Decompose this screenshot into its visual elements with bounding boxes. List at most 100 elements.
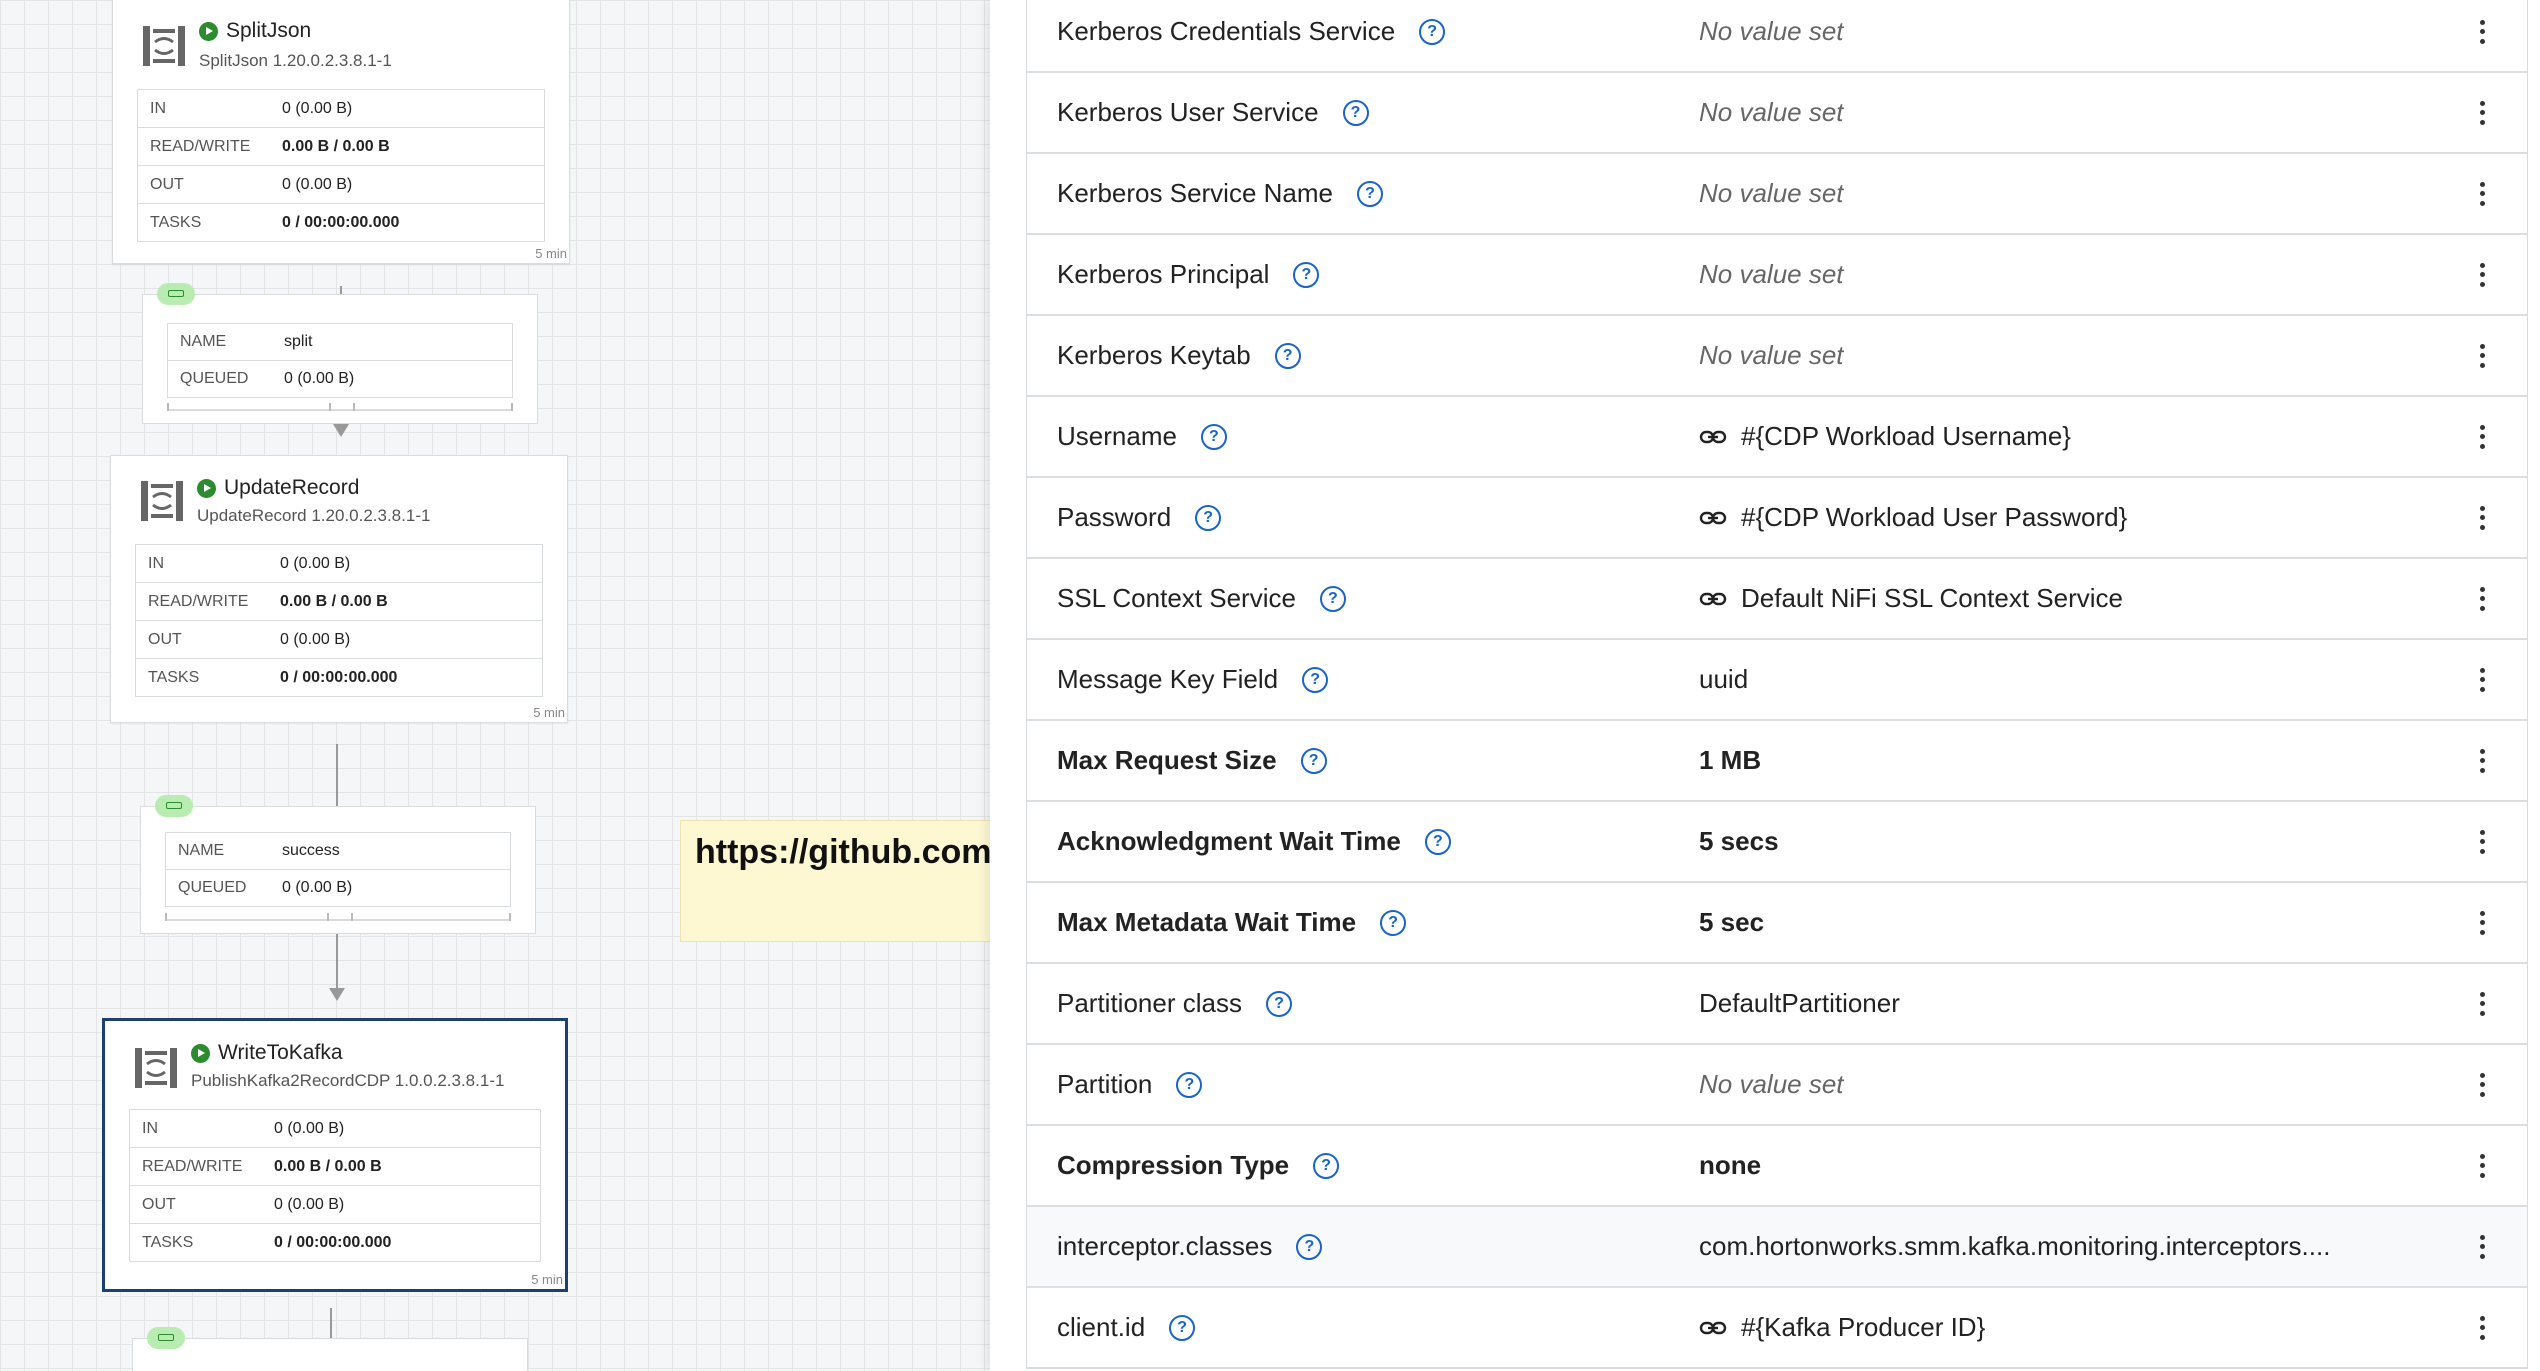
processor-title: SplitJson: [226, 19, 312, 42]
kebab-icon[interactable]: [2479, 262, 2485, 287]
property-row[interactable]: Max Request Size? 1 MB: [1027, 721, 2527, 802]
help-icon[interactable]: ?: [1313, 1152, 1340, 1179]
canvas-label-note[interactable]: https://github.com: [680, 820, 990, 942]
property-value[interactable]: uuid: [1699, 664, 2527, 695]
help-icon[interactable]: ?: [1274, 342, 1301, 369]
property-row[interactable]: Kerberos Keytab? No value set: [1027, 316, 2527, 397]
property-row[interactable]: client.id? #{Kafka Producer ID}: [1027, 1288, 2527, 1368]
property-row[interactable]: Message Key Field? uuid: [1027, 640, 2527, 721]
property-row[interactable]: Partition? No value set: [1027, 1045, 2527, 1126]
property-value[interactable]: DefaultPartitioner: [1699, 988, 2527, 1019]
property-value[interactable]: #{CDP Workload Username}: [1699, 421, 2527, 452]
property-value[interactable]: No value set: [1699, 178, 2527, 209]
flow-canvas[interactable]: SplitJson SplitJson 1.20.0.2.3.8.1-1 IN …: [0, 0, 990, 1371]
property-value[interactable]: 5 secs: [1699, 826, 2527, 857]
processor-splitjson[interactable]: SplitJson SplitJson 1.20.0.2.3.8.1-1 IN …: [112, 0, 570, 264]
help-icon[interactable]: ?: [1357, 180, 1383, 207]
kebab-icon[interactable]: [2479, 910, 2485, 935]
property-name-label: Username: [1057, 421, 1177, 451]
property-name: Partitioner class?: [1027, 988, 1699, 1019]
help-icon[interactable]: ?: [1296, 1233, 1323, 1260]
kebab-icon[interactable]: [2479, 667, 2485, 692]
help-icon[interactable]: ?: [1176, 1071, 1203, 1098]
help-icon[interactable]: ?: [1169, 1314, 1196, 1341]
processor-updaterecord[interactable]: UpdateRecord UpdateRecord 1.20.0.2.3.8.1…: [110, 455, 568, 723]
stats-age: 5 min: [535, 246, 567, 261]
property-row[interactable]: Acknowledgment Wait Time? 5 secs: [1027, 802, 2527, 883]
processor-icon: [141, 481, 183, 521]
property-name: client.id?: [1027, 1312, 1699, 1343]
property-value[interactable]: none: [1699, 1150, 2527, 1181]
property-value[interactable]: #{Kafka Producer ID}: [1699, 1312, 2527, 1343]
property-name: Kerberos Service Name?: [1027, 178, 1699, 209]
property-value[interactable]: Default NiFi SSL Context Service: [1699, 583, 2527, 614]
processor-writetokafka[interactable]: WriteToKafka PublishKafka2RecordCDP 1.0.…: [102, 1018, 568, 1292]
link-icon: [1699, 511, 1727, 524]
kebab-icon[interactable]: [2479, 1072, 2485, 1097]
property-value-text: No value set: [1699, 1069, 1844, 1099]
property-row[interactable]: SSL Context Service? Default NiFi SSL Con…: [1027, 559, 2527, 640]
kebab-icon[interactable]: [2479, 343, 2485, 368]
kebab-icon[interactable]: [2479, 1234, 2485, 1259]
property-row[interactable]: Max Metadata Wait Time? 5 sec: [1027, 883, 2527, 964]
property-name: Message Key Field?: [1027, 664, 1699, 695]
property-row[interactable]: Kerberos Credentials Service? No value se…: [1027, 0, 2527, 73]
kebab-icon[interactable]: [2479, 1153, 2485, 1178]
property-row[interactable]: Compression Type? none: [1027, 1126, 2527, 1207]
arrow-down-icon: [333, 424, 349, 437]
processor-subtitle: PublishKafka2RecordCDP 1.0.0.2.3.8.1-1: [191, 1071, 505, 1090]
connection-next[interactable]: [132, 1327, 528, 1371]
property-name-label: Kerberos Service Name: [1057, 178, 1333, 208]
property-value[interactable]: No value set: [1699, 97, 2527, 128]
property-row[interactable]: Kerberos User Service? No value set: [1027, 73, 2527, 154]
property-value-text: 5 sec: [1699, 907, 1765, 937]
property-value[interactable]: 5 sec: [1699, 907, 2527, 938]
help-icon[interactable]: ?: [1265, 990, 1292, 1017]
help-icon[interactable]: ?: [1195, 504, 1222, 531]
queue-progress-bar: [167, 403, 513, 411]
property-value[interactable]: #{CDP Workload User Password}: [1699, 502, 2527, 533]
kebab-icon[interactable]: [2479, 1315, 2485, 1340]
kebab-icon[interactable]: [2479, 19, 2485, 44]
link-icon: [1699, 1321, 1727, 1334]
property-name-label: Compression Type: [1057, 1150, 1290, 1180]
kebab-icon[interactable]: [2479, 829, 2485, 854]
kebab-icon[interactable]: [2479, 505, 2485, 530]
help-icon[interactable]: ?: [1380, 909, 1407, 936]
property-value[interactable]: No value set: [1699, 16, 2527, 47]
property-value[interactable]: 1 MB: [1699, 745, 2527, 776]
property-row[interactable]: Partitioner class? DefaultPartitioner: [1027, 964, 2527, 1045]
property-value-text: No value set: [1699, 259, 1844, 289]
kebab-icon[interactable]: [2479, 748, 2485, 773]
connection-queued-row: QUEUED 0 (0.00 B): [178, 879, 353, 896]
kebab-icon[interactable]: [2479, 424, 2485, 449]
help-icon[interactable]: ?: [1419, 18, 1446, 45]
kebab-icon[interactable]: [2479, 991, 2485, 1016]
help-icon[interactable]: ?: [1424, 828, 1451, 855]
help-icon[interactable]: ?: [1302, 666, 1329, 693]
help-icon[interactable]: ?: [1300, 747, 1327, 774]
property-row[interactable]: Kerberos Service Name? No value set: [1027, 154, 2527, 235]
kebab-icon[interactable]: [2479, 586, 2485, 611]
help-icon[interactable]: ?: [1319, 585, 1346, 612]
property-row[interactable]: interceptor.classes? com.hortonworks.smm.…: [1027, 1207, 2527, 1288]
property-row[interactable]: Username? #{CDP Workload Username}: [1027, 397, 2527, 478]
property-row[interactable]: Password? #{CDP Workload User Password}: [1027, 478, 2527, 559]
property-row[interactable]: Kerberos Principal? No value set: [1027, 235, 2527, 316]
help-icon[interactable]: ?: [1200, 423, 1227, 450]
property-value[interactable]: No value set: [1699, 259, 2527, 290]
connection-success[interactable]: NAME success QUEUED 0 (0.00 B): [140, 795, 536, 934]
property-value[interactable]: No value set: [1699, 1069, 2527, 1100]
property-value[interactable]: No value set: [1699, 340, 2527, 371]
property-name: Kerberos Credentials Service?: [1027, 16, 1699, 47]
processor-icon: [135, 1048, 177, 1088]
property-name: Kerberos User Service?: [1027, 97, 1699, 128]
kebab-icon[interactable]: [2479, 100, 2485, 125]
help-icon[interactable]: ?: [1342, 99, 1369, 126]
property-value-text: No value set: [1699, 97, 1844, 127]
connection-split[interactable]: NAME split QUEUED 0 (0.00 B): [142, 283, 538, 424]
help-icon[interactable]: ?: [1293, 261, 1320, 288]
queue-icon: [157, 283, 195, 305]
property-value[interactable]: com.hortonworks.smm.kafka.monitoring.int…: [1699, 1231, 2527, 1262]
kebab-icon[interactable]: [2479, 181, 2485, 206]
